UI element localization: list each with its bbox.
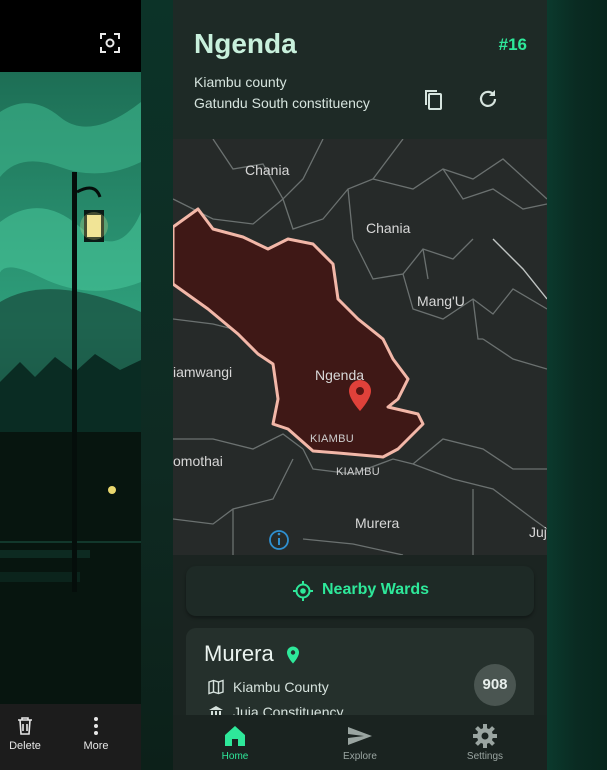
nav-settings-label: Settings (466, 751, 504, 762)
map-label: iamwangi (173, 364, 233, 380)
more-button[interactable]: More (71, 716, 121, 752)
county-text: Kiambu county (194, 74, 287, 90)
gear-icon (445, 723, 525, 751)
nearby-wards-label: Nearby Wards (322, 581, 429, 598)
photo-viewer-actions: Delete More (0, 704, 141, 770)
photo-viewer-strip: Delete More (0, 0, 141, 770)
more-vertical-icon (71, 716, 121, 740)
map-label: Chania (245, 162, 290, 178)
screen: Delete More Ngenda #16 Kiambu county Gat… (0, 0, 607, 770)
ward-map[interactable]: Chania Chania Mang'U iamwangi Ngenda KIA… (173, 139, 547, 555)
map-label: KIAMBU (336, 466, 380, 478)
nearby-ward-county: Kiambu County (233, 679, 329, 695)
nav-explore[interactable]: Explore (320, 723, 400, 762)
trash-icon (0, 716, 50, 740)
home-icon (195, 723, 275, 751)
map-label: Juj (529, 524, 547, 540)
photo-viewer-topbar (0, 0, 141, 72)
ward-count-badge: 908 (474, 664, 516, 706)
map-label: Chania (366, 220, 411, 236)
background-gradient (141, 0, 173, 770)
map-label: Mang'U (417, 293, 465, 309)
location-pin-icon (287, 646, 299, 664)
map-icon (208, 679, 224, 695)
bottom-navigation: Home Explore Settings (173, 715, 547, 770)
nearby-ward-name: Murera (204, 641, 274, 666)
map-label: Ngenda (315, 367, 365, 383)
map-label: omothai (173, 453, 223, 469)
my-location-icon (293, 581, 313, 601)
ward-title: Ngenda (194, 28, 297, 59)
refresh-icon[interactable] (475, 86, 501, 112)
nav-settings[interactable]: Settings (445, 723, 525, 762)
map-boundaries (173, 139, 547, 555)
map-label: KIAMBU (310, 433, 354, 445)
selected-ward-polygon (173, 207, 425, 459)
send-icon (320, 723, 400, 751)
ward-header-card: Ngenda #16 Kiambu county Gatundu South c… (173, 0, 547, 139)
ward-app: Ngenda #16 Kiambu county Gatundu South c… (173, 0, 547, 770)
copy-icon[interactable] (421, 87, 447, 113)
nav-home-label: Home (221, 751, 249, 762)
nearby-wards-button[interactable]: Nearby Wards (186, 566, 534, 616)
map-label: Murera (355, 515, 400, 531)
info-icon[interactable] (269, 530, 289, 550)
constituency-text: Gatundu South constituency (194, 95, 370, 111)
delete-label: Delete (9, 740, 41, 752)
nav-explore-label: Explore (343, 751, 377, 762)
more-label: More (83, 740, 109, 752)
nav-home[interactable]: Home (195, 723, 275, 762)
background-gradient-right (547, 0, 607, 770)
delete-button[interactable]: Delete (0, 716, 50, 752)
google-lens-icon[interactable] (99, 32, 121, 54)
ward-number: #16 (498, 35, 527, 54)
wallpaper-image (0, 72, 141, 704)
